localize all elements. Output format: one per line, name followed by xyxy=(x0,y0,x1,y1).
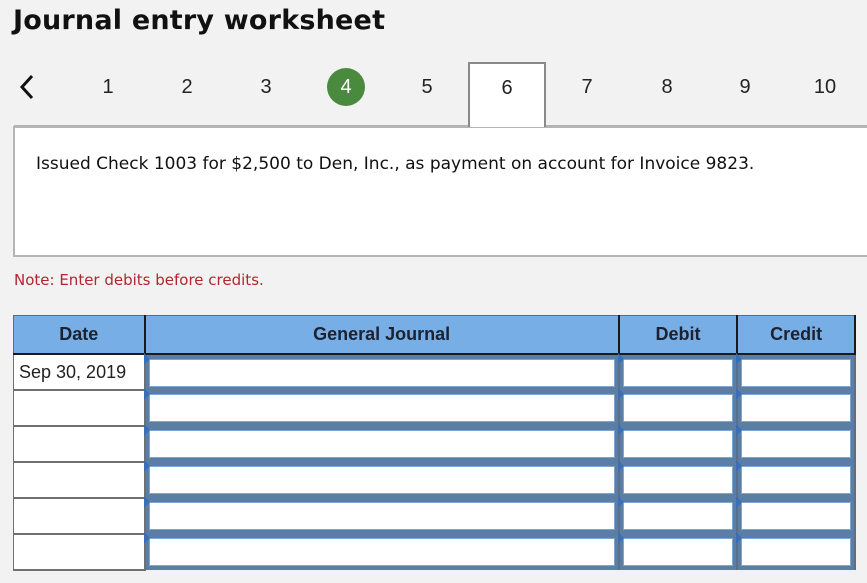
step-5[interactable]: 5 xyxy=(388,62,466,112)
credit-cell xyxy=(736,460,856,498)
current-step-badge: 4 xyxy=(327,68,365,106)
cell-marker-icon xyxy=(736,388,743,400)
debit-input[interactable] xyxy=(622,430,734,458)
column-header-general-journal: General Journal xyxy=(143,315,620,355)
previous-button[interactable] xyxy=(17,73,39,101)
note-text: Note: Enter debits before credits. xyxy=(14,271,264,289)
credit-input[interactable] xyxy=(741,430,851,458)
account-cell xyxy=(143,388,620,426)
credit-input[interactable] xyxy=(741,358,851,387)
credit-cell xyxy=(736,532,856,570)
table-row xyxy=(12,460,856,499)
cell-marker-icon xyxy=(143,496,150,508)
account-input[interactable] xyxy=(148,358,615,387)
debit-cell xyxy=(617,496,739,534)
table-row: Sep 30, 2019 xyxy=(12,353,856,391)
step-label: 5 xyxy=(421,76,433,98)
cell-marker-icon xyxy=(617,460,624,472)
debit-input[interactable] xyxy=(622,358,734,387)
step-label: 9 xyxy=(739,76,751,98)
question-text: Issued Check 1003 for $2,500 to Den, Inc… xyxy=(36,154,755,174)
credit-input[interactable] xyxy=(741,394,851,422)
cell-marker-icon xyxy=(143,424,150,436)
chevron-left-icon xyxy=(19,74,34,100)
account-input[interactable] xyxy=(148,466,615,494)
step-9[interactable]: 9 xyxy=(706,62,784,112)
cell-marker-icon xyxy=(617,388,624,400)
debit-cell xyxy=(617,353,739,390)
debit-input[interactable] xyxy=(622,466,734,494)
column-header-debit: Debit xyxy=(617,315,739,355)
cell-marker-icon xyxy=(736,496,743,508)
step-7[interactable]: 7 xyxy=(548,62,626,112)
credit-input[interactable] xyxy=(741,538,851,566)
step-navigation: 1 2 3 4 5 6 7 8 9 10 xyxy=(0,62,867,128)
account-cell xyxy=(143,496,620,534)
column-header-date: Date xyxy=(12,315,146,355)
cell-marker-icon xyxy=(617,353,624,365)
credit-input[interactable] xyxy=(741,502,851,530)
cell-marker-icon xyxy=(736,424,743,436)
cell-marker-icon xyxy=(617,424,624,436)
date-cell xyxy=(12,461,146,499)
date-cell: Sep 30, 2019 xyxy=(12,353,146,391)
cell-marker-icon xyxy=(736,532,743,544)
step-8[interactable]: 8 xyxy=(628,62,706,112)
cell-marker-icon xyxy=(736,460,743,472)
table-row xyxy=(12,388,856,427)
cell-marker-icon xyxy=(143,532,150,544)
cell-marker-icon xyxy=(736,353,743,365)
account-cell xyxy=(143,460,620,498)
journal-table: Date General Journal Debit Credit Sep 30… xyxy=(12,315,856,571)
credit-cell xyxy=(736,353,856,390)
debit-input[interactable] xyxy=(622,394,734,422)
account-input[interactable] xyxy=(148,538,615,566)
table-header-row: Date General Journal Debit Credit xyxy=(12,315,856,355)
date-cell xyxy=(12,497,146,535)
step-1[interactable]: 1 xyxy=(69,62,147,112)
step-10[interactable]: 10 xyxy=(786,62,864,112)
step-6[interactable]: 6 xyxy=(468,62,546,127)
table-row xyxy=(12,424,856,463)
credit-cell xyxy=(736,424,856,462)
account-cell xyxy=(143,532,620,570)
table-row xyxy=(12,496,856,535)
cell-marker-icon xyxy=(617,496,624,508)
credit-input[interactable] xyxy=(741,466,851,494)
debit-cell xyxy=(617,460,739,498)
credit-cell xyxy=(736,388,856,426)
step-4[interactable]: 4 xyxy=(307,62,385,112)
step-label: 1 xyxy=(102,76,114,98)
account-input[interactable] xyxy=(148,394,615,422)
credit-cell xyxy=(736,496,856,534)
step-label: 2 xyxy=(181,76,193,98)
cell-marker-icon xyxy=(143,460,150,472)
account-input[interactable] xyxy=(148,502,615,530)
step-2[interactable]: 2 xyxy=(148,62,226,112)
debit-cell xyxy=(617,532,739,570)
step-label: 6 xyxy=(501,77,513,99)
step-3[interactable]: 3 xyxy=(227,62,305,112)
date-cell xyxy=(12,425,146,463)
step-label: 10 xyxy=(813,76,837,98)
page-title: Journal entry worksheet xyxy=(13,5,386,36)
debit-cell xyxy=(617,388,739,426)
cell-marker-icon xyxy=(143,388,150,400)
account-input[interactable] xyxy=(148,430,615,458)
step-label: 3 xyxy=(260,76,272,98)
step-label: 8 xyxy=(661,76,673,98)
step-label: 7 xyxy=(581,76,593,98)
column-header-credit: Credit xyxy=(736,315,856,355)
cell-marker-icon xyxy=(617,532,624,544)
table-row xyxy=(12,532,856,571)
debit-cell xyxy=(617,424,739,462)
date-cell xyxy=(12,389,146,427)
account-cell xyxy=(143,424,620,462)
date-cell xyxy=(12,533,146,571)
debit-input[interactable] xyxy=(622,538,734,566)
debit-input[interactable] xyxy=(622,502,734,530)
account-cell xyxy=(143,353,620,390)
cell-marker-icon xyxy=(143,353,150,365)
question-box: Issued Check 1003 for $2,500 to Den, Inc… xyxy=(13,126,867,257)
